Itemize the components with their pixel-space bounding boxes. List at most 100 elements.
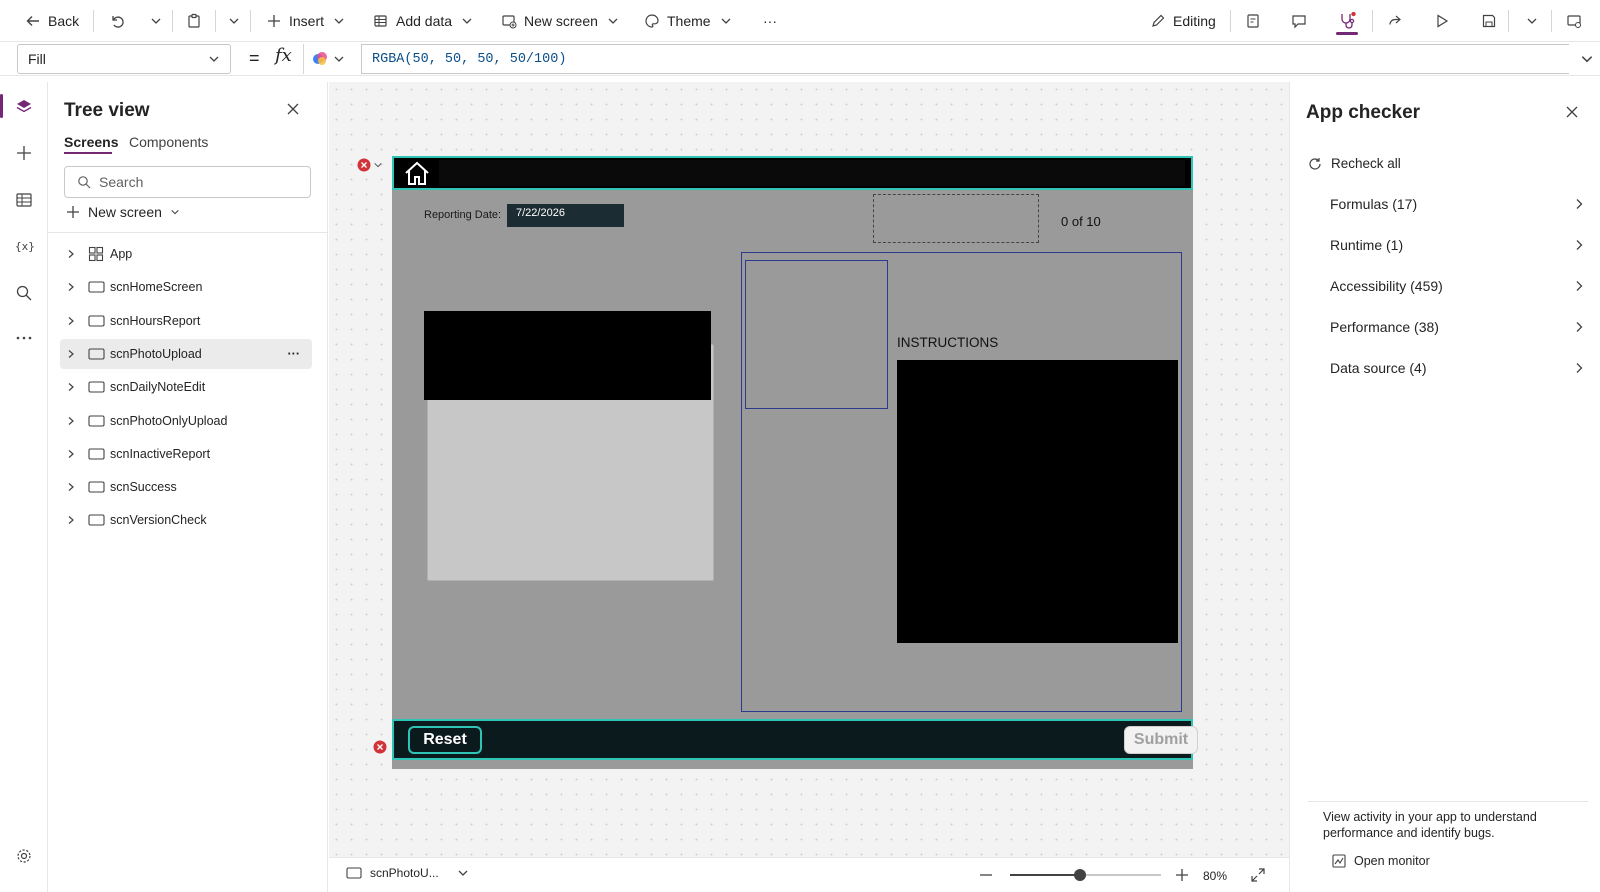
back-button[interactable]: Back xyxy=(24,8,79,34)
chevron-right-icon[interactable] xyxy=(60,416,82,426)
tree-node-screen[interactable]: scnHomeScreen xyxy=(60,272,312,302)
tree-node-screen[interactable]: scnPhotoOnlyUpload xyxy=(60,406,312,436)
close-app-checker-button[interactable] xyxy=(1565,105,1579,119)
header-error-marker[interactable] xyxy=(357,158,383,172)
zoom-in-button[interactable] xyxy=(1175,868,1189,882)
formula-input[interactable]: RGBA(50, 50, 50, 50/100) xyxy=(361,44,1569,74)
tree-node-screen[interactable]: scnDailyNoteEdit xyxy=(60,372,312,402)
command-bar: Back Insert Add data New screen Theme ··… xyxy=(0,0,1600,42)
chevron-right-icon[interactable] xyxy=(60,249,82,259)
photo-gallery-placeholder[interactable] xyxy=(873,194,1039,243)
chevron-right-icon[interactable] xyxy=(60,482,82,492)
copilot-button[interactable] xyxy=(311,50,345,68)
paste-button[interactable] xyxy=(185,8,203,34)
checker-category[interactable]: Runtime (1) xyxy=(1330,230,1585,260)
data-rail-button[interactable] xyxy=(13,189,35,211)
screen-icon xyxy=(82,447,110,461)
checker-category[interactable]: Data source (4) xyxy=(1330,353,1585,383)
search-rail-button[interactable] xyxy=(13,282,35,304)
publish-button[interactable] xyxy=(1565,8,1583,34)
preview-button[interactable] xyxy=(1433,8,1451,34)
tree-node-screen[interactable]: scnHoursReport xyxy=(60,306,312,336)
tree-view-title: Tree view xyxy=(64,100,150,121)
recheck-all-button[interactable]: Recheck all xyxy=(1308,156,1401,171)
node-more-button[interactable]: ··· xyxy=(288,347,301,361)
more-commands-button[interactable]: ··· xyxy=(763,8,777,34)
notes-button[interactable] xyxy=(1244,8,1262,34)
app-screen[interactable]: Reporting Date: 7/22/2026 0 of 10 INSTRU… xyxy=(392,156,1198,769)
insert-button[interactable]: Insert xyxy=(265,8,348,34)
more-rail-button[interactable] xyxy=(13,327,35,349)
close-icon xyxy=(286,102,300,116)
app-checker-button[interactable] xyxy=(1338,8,1356,34)
expand-formula-button[interactable] xyxy=(1580,52,1594,66)
tree-node-screen[interactable]: scnPhotoUpload ··· xyxy=(60,338,312,369)
save-button[interactable] xyxy=(1480,8,1498,34)
variables-rail-button[interactable]: {x} xyxy=(13,235,35,257)
insert-label: Insert xyxy=(289,13,325,29)
screen-footer: Reset Submit xyxy=(392,719,1198,760)
tree-node-label: scnPhotoUpload xyxy=(110,346,202,361)
screen-header[interactable] xyxy=(392,156,1193,190)
checker-category[interactable]: Formulas (17) xyxy=(1330,189,1585,219)
editing-button[interactable]: Editing xyxy=(1149,8,1216,34)
chevron-right-icon[interactable] xyxy=(60,449,82,459)
chevron-right-icon[interactable] xyxy=(60,282,82,292)
tab-components[interactable]: Components xyxy=(129,134,208,150)
footer-error-marker[interactable] xyxy=(373,740,387,754)
screen-selector[interactable]: scnPhotoU... xyxy=(346,866,469,880)
property-dropdown[interactable]: Fill xyxy=(17,44,231,74)
zoom-slider-thumb[interactable] xyxy=(1074,869,1086,881)
reset-button[interactable]: Reset xyxy=(408,726,482,754)
share-button[interactable] xyxy=(1386,8,1404,34)
open-monitor-label: Open monitor xyxy=(1354,854,1430,868)
comments-button[interactable] xyxy=(1290,8,1308,34)
tree-node-label: scnInactiveReport xyxy=(110,446,211,461)
chevron-right-icon[interactable] xyxy=(60,382,82,392)
chevron-right-icon[interactable] xyxy=(60,349,82,359)
chevron-right-icon[interactable] xyxy=(60,316,82,326)
screen-icon xyxy=(82,513,110,527)
reporting-date-picker[interactable]: 7/22/2026 xyxy=(507,204,624,227)
zoom-out-button[interactable] xyxy=(979,868,993,882)
minus-icon xyxy=(979,868,993,882)
theme-button[interactable]: Theme xyxy=(643,8,735,34)
close-tree-view-button[interactable] xyxy=(286,102,300,116)
add-data-button[interactable]: Add data xyxy=(372,8,476,34)
copilot-icon xyxy=(311,50,329,68)
tree-search-input[interactable]: Search xyxy=(64,166,311,198)
tree-node-label: scnHomeScreen xyxy=(110,280,203,295)
checker-category[interactable]: Accessibility (459) xyxy=(1330,271,1585,301)
home-button[interactable] xyxy=(395,159,439,187)
settings-button[interactable] xyxy=(13,845,35,867)
submit-button[interactable]: Submit xyxy=(1124,726,1198,754)
tree-node-screen[interactable]: scnVersionCheck xyxy=(60,505,312,535)
save-dropdown[interactable] xyxy=(1523,8,1541,34)
fit-to-window-button[interactable] xyxy=(1250,867,1266,883)
undo-dropdown[interactable] xyxy=(147,8,165,34)
tree-node-app[interactable]: App xyxy=(60,239,312,269)
add-photo-control[interactable] xyxy=(745,260,888,409)
tree-node-screen[interactable]: scnInactiveReport xyxy=(60,439,312,469)
instructions-container[interactable]: INSTRUCTIONS xyxy=(741,252,1182,712)
new-screen-icon xyxy=(500,12,518,30)
comment-icon xyxy=(1290,12,1308,30)
insert-rail-button[interactable] xyxy=(13,142,35,164)
zoom-slider[interactable] xyxy=(1010,869,1161,881)
photo-preview-header xyxy=(424,311,711,400)
tab-screens[interactable]: Screens xyxy=(64,134,118,150)
chevron-right-icon[interactable] xyxy=(60,515,82,525)
tree-view-button[interactable] xyxy=(13,96,35,118)
new-screen-tree-button[interactable]: New screen xyxy=(66,204,180,220)
chevron-right-icon xyxy=(1573,198,1585,210)
new-screen-button[interactable]: New screen xyxy=(500,8,622,34)
save-icon xyxy=(1480,12,1498,30)
tree-node-screen[interactable]: scnSuccess xyxy=(60,472,312,502)
undo-button[interactable] xyxy=(108,8,126,34)
checker-category[interactable]: Performance (38) xyxy=(1330,312,1585,342)
open-monitor-link[interactable]: Open monitor xyxy=(1332,854,1430,868)
theme-label: Theme xyxy=(667,13,711,29)
layers-icon xyxy=(15,98,33,116)
paste-dropdown[interactable] xyxy=(225,8,243,34)
screen-icon xyxy=(82,380,110,394)
